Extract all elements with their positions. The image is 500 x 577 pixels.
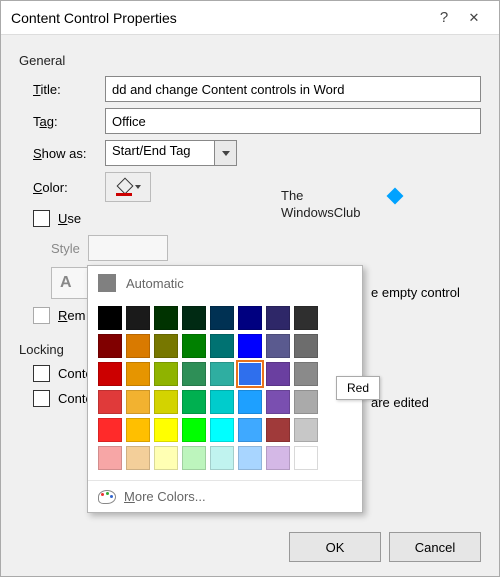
showas-label: Show as:: [33, 146, 105, 161]
content-control-properties-dialog: Content Control Properties ? ✕ General T…: [0, 0, 500, 577]
dialog-title: Content Control Properties: [11, 10, 429, 26]
cannot-edit-checkbox[interactable]: [33, 390, 50, 407]
color-swatch[interactable]: [238, 418, 262, 442]
color-swatch[interactable]: [126, 446, 150, 470]
color-swatch[interactable]: [266, 418, 290, 442]
color-swatch[interactable]: [266, 446, 290, 470]
color-swatch[interactable]: [98, 446, 122, 470]
color-swatch[interactable]: [266, 390, 290, 414]
color-swatch[interactable]: [238, 362, 262, 386]
color-swatch[interactable]: [154, 446, 178, 470]
automatic-color-row[interactable]: Automatic: [88, 266, 362, 300]
color-swatch[interactable]: [154, 418, 178, 442]
color-swatch[interactable]: [238, 334, 262, 358]
color-swatch[interactable]: [210, 446, 234, 470]
color-swatch[interactable]: [238, 446, 262, 470]
tag-row: Tag:: [33, 108, 481, 134]
tag-input[interactable]: [105, 108, 481, 134]
cancel-button[interactable]: Cancel: [389, 532, 481, 562]
color-swatch[interactable]: [98, 306, 122, 330]
title-row: Title:: [33, 76, 481, 102]
color-swatch[interactable]: [294, 362, 318, 386]
color-swatch[interactable]: [266, 362, 290, 386]
style-a-icon: A: [60, 274, 72, 292]
dialog-body: General Title: Tag: Show as: Start/End T…: [1, 35, 499, 518]
color-swatch[interactable]: [210, 334, 234, 358]
color-swatch[interactable]: [182, 446, 206, 470]
color-swatch[interactable]: [98, 362, 122, 386]
color-swatch[interactable]: [210, 306, 234, 330]
automatic-label: Automatic: [126, 276, 184, 291]
color-swatch[interactable]: [126, 306, 150, 330]
chevron-down-icon: [222, 151, 230, 156]
showas-dropdown-button[interactable]: [215, 140, 237, 166]
color-swatch[interactable]: [182, 390, 206, 414]
help-button[interactable]: ?: [429, 9, 459, 26]
color-swatch[interactable]: [266, 306, 290, 330]
color-swatch[interactable]: [126, 418, 150, 442]
color-swatch[interactable]: [154, 334, 178, 358]
color-picker-popup: Automatic Red More Colors...: [87, 265, 363, 513]
color-swatch[interactable]: [238, 390, 262, 414]
color-swatch[interactable]: [182, 418, 206, 442]
color-swatch[interactable]: [294, 418, 318, 442]
style-label: Style: [51, 241, 80, 256]
color-swatch[interactable]: [294, 390, 318, 414]
color-swatch[interactable]: [126, 390, 150, 414]
use-style-label: Use: [58, 211, 81, 226]
remove-checkbox[interactable]: [33, 307, 50, 324]
color-swatch[interactable]: [210, 390, 234, 414]
style-row: Style: [51, 235, 481, 261]
color-swatch[interactable]: [182, 334, 206, 358]
title-input[interactable]: [105, 76, 481, 102]
color-swatch[interactable]: [98, 334, 122, 358]
style-combo: [88, 235, 168, 261]
close-icon: ✕: [469, 10, 480, 25]
color-swatch[interactable]: [210, 362, 234, 386]
color-swatch[interactable]: [182, 362, 206, 386]
use-style-row: Use: [33, 210, 481, 227]
use-style-checkbox[interactable]: [33, 210, 50, 227]
remove-label: Rem: [58, 308, 85, 323]
showas-combo[interactable]: Start/End Tag: [105, 140, 237, 166]
general-group-label: General: [19, 53, 481, 68]
color-swatch[interactable]: [238, 306, 262, 330]
title-label: Title:: [33, 82, 105, 97]
ok-button[interactable]: OK: [289, 532, 381, 562]
tag-label: Tag:: [33, 114, 105, 129]
color-swatch[interactable]: [154, 362, 178, 386]
palette-icon: [98, 490, 116, 504]
dialog-footer: OK Cancel: [1, 518, 499, 576]
color-swatch[interactable]: [294, 306, 318, 330]
more-colors-row[interactable]: More Colors...: [88, 480, 362, 512]
color-swatch[interactable]: [154, 390, 178, 414]
color-swatch[interactable]: [266, 334, 290, 358]
showas-row: Show as: Start/End Tag: [33, 140, 481, 166]
color-row: Color:: [33, 172, 481, 202]
chevron-down-icon: [135, 185, 141, 189]
color-swatch[interactable]: [294, 334, 318, 358]
color-tooltip: Red: [336, 376, 380, 400]
use-style-trailing: e empty control: [371, 285, 460, 300]
color-swatch[interactable]: [98, 418, 122, 442]
windowsclub-watermark: The WindowsClub: [281, 187, 360, 221]
titlebar: Content Control Properties ? ✕: [1, 1, 499, 35]
color-swatch[interactable]: [98, 390, 122, 414]
color-swatch[interactable]: [154, 306, 178, 330]
close-button[interactable]: ✕: [459, 9, 489, 26]
color-swatch[interactable]: [294, 446, 318, 470]
color-swatch[interactable]: [210, 418, 234, 442]
color-swatch[interactable]: [126, 334, 150, 358]
color-swatch[interactable]: [126, 362, 150, 386]
color-swatch[interactable]: [182, 306, 206, 330]
color-label: Color:: [33, 180, 105, 195]
color-picker-button[interactable]: [105, 172, 151, 202]
color-swatch-grid: [88, 300, 362, 480]
paint-bucket-icon: [116, 180, 132, 194]
showas-value: Start/End Tag: [105, 140, 215, 166]
cannot-delete-checkbox[interactable]: [33, 365, 50, 382]
more-colors-label: More Colors...: [124, 489, 206, 504]
automatic-swatch-icon: [98, 274, 116, 292]
